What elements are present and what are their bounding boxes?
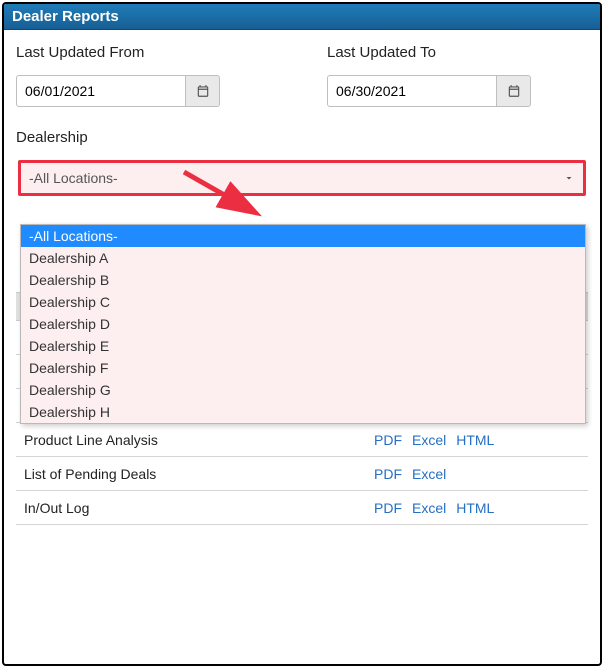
report-actions: PDF Excel bbox=[366, 457, 588, 491]
dealer-reports-panel: Dealer Reports Last Updated From Last Up… bbox=[2, 2, 602, 666]
date-row: Last Updated From Last Updated To bbox=[16, 44, 588, 107]
to-col: Last Updated To bbox=[327, 44, 588, 107]
dealership-selected-text: -All Locations- bbox=[29, 170, 118, 186]
html-link[interactable]: HTML bbox=[456, 500, 494, 516]
table-row: Product Line Analysis PDF Excel HTML bbox=[16, 423, 588, 457]
from-date-wrap bbox=[16, 75, 277, 107]
dealership-label: Dealership bbox=[16, 129, 588, 146]
pdf-link[interactable]: PDF bbox=[374, 466, 402, 482]
report-name: Product Line Analysis bbox=[16, 423, 366, 457]
from-col: Last Updated From bbox=[16, 44, 277, 107]
dropdown-option[interactable]: Dealership A bbox=[21, 247, 585, 269]
report-actions: PDF Excel HTML bbox=[366, 491, 588, 525]
table-row: List of Pending Deals PDF Excel bbox=[16, 457, 588, 491]
from-date-picker-button[interactable] bbox=[186, 75, 220, 107]
report-name: List of Pending Deals bbox=[16, 457, 366, 491]
html-link[interactable]: HTML bbox=[456, 432, 494, 448]
dropdown-option[interactable]: Dealership D bbox=[21, 313, 585, 335]
from-label: Last Updated From bbox=[16, 44, 277, 61]
calendar-icon bbox=[507, 84, 521, 98]
report-name: In/Out Log bbox=[16, 491, 366, 525]
report-actions: PDF Excel HTML bbox=[366, 423, 588, 457]
dropdown-option[interactable]: Dealership C bbox=[21, 291, 585, 313]
pdf-link[interactable]: PDF bbox=[374, 500, 402, 516]
dropdown-option[interactable]: Dealership H bbox=[21, 401, 585, 423]
dropdown-option[interactable]: Dealership F bbox=[21, 357, 585, 379]
to-date-picker-button[interactable] bbox=[497, 75, 531, 107]
table-row: In/Out Log PDF Excel HTML bbox=[16, 491, 588, 525]
dealership-select[interactable]: -All Locations- bbox=[18, 160, 586, 196]
dropdown-option[interactable]: Dealership E bbox=[21, 335, 585, 357]
excel-link[interactable]: Excel bbox=[412, 466, 446, 482]
excel-link[interactable]: Excel bbox=[412, 432, 446, 448]
dealership-dropdown-list[interactable]: -All Locations-Dealership ADealership BD… bbox=[20, 224, 586, 424]
dropdown-option[interactable]: Dealership G bbox=[21, 379, 585, 401]
excel-link[interactable]: Excel bbox=[412, 500, 446, 516]
from-date-input[interactable] bbox=[16, 75, 186, 107]
dropdown-option[interactable]: Dealership B bbox=[21, 269, 585, 291]
dropdown-option[interactable]: -All Locations- bbox=[21, 225, 585, 247]
pdf-link[interactable]: PDF bbox=[374, 432, 402, 448]
panel-title: Dealer Reports bbox=[4, 4, 600, 30]
to-label: Last Updated To bbox=[327, 44, 588, 61]
calendar-icon bbox=[196, 84, 210, 98]
to-date-wrap bbox=[327, 75, 588, 107]
to-date-input[interactable] bbox=[327, 75, 497, 107]
chevron-down-icon bbox=[563, 172, 575, 184]
